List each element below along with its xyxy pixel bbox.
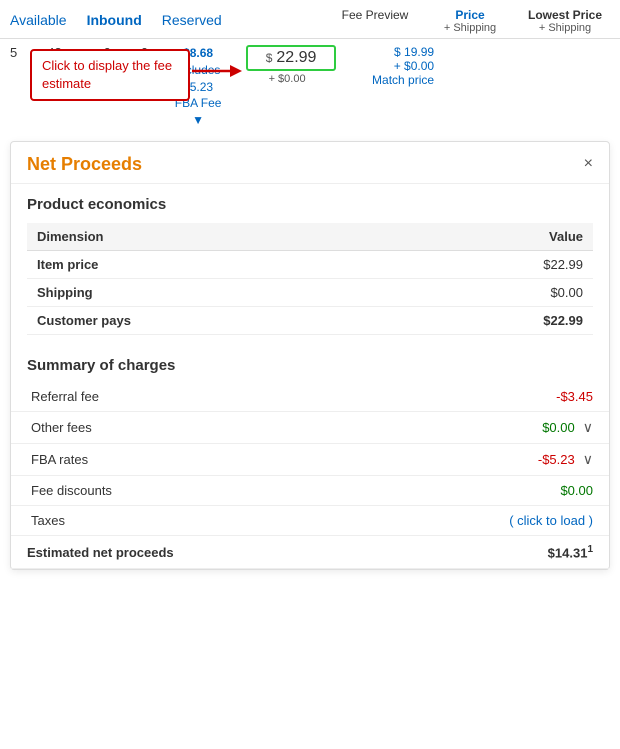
tab-inbound[interactable]: Inbound — [87, 12, 142, 28]
charges-section: Summary of charges Referral fee-$3.45Oth… — [11, 347, 609, 569]
data-row: 5 48 ▼ 0 0 $8.68 Includes $5.23 FBA Fee … — [0, 39, 620, 133]
lowest-price-value: $ 19.99 — [344, 45, 434, 59]
charge-label-5: Estimated net proceeds — [11, 535, 374, 568]
charge-value-5: $14.311 — [374, 535, 609, 568]
chevron-icon-1[interactable]: ∨ — [583, 419, 593, 436]
economics-row-dimension-1: Shipping — [27, 278, 398, 306]
economics-row-dimension-2: Customer pays — [27, 306, 398, 334]
charge-label-1: Other fees — [11, 411, 374, 443]
chevron-icon-2[interactable]: ∨ — [583, 451, 593, 468]
charge-value-0: -$3.45 — [374, 382, 609, 412]
product-economics-title: Product economics — [27, 196, 593, 213]
value-col-header: Value — [398, 223, 593, 251]
panel-title: Net Proceeds — [27, 154, 142, 175]
inventory-available: 5 — [10, 45, 17, 60]
lowest-price-plus: + $0.00 — [344, 59, 434, 73]
price-shipping: + $0.00 — [269, 73, 306, 85]
col-fee-preview: Fee Preview — [330, 8, 420, 22]
economics-row-value-1: $0.00 — [398, 278, 593, 306]
charges-title: Summary of charges — [11, 347, 609, 382]
charge-value-4[interactable]: ( click to load ) — [374, 505, 609, 535]
fee-dropdown-arrow: ▼ — [158, 112, 238, 129]
price-amount: 22.99 — [276, 49, 316, 67]
charge-label-3: Fee discounts — [11, 475, 374, 505]
fee-click-box[interactable]: Click to display the fee estimate — [30, 49, 190, 101]
price-dollar: $ — [266, 51, 273, 65]
close-button[interactable]: × — [584, 155, 593, 173]
net-proceeds-panel: Net Proceeds × Product economics Dimensi… — [10, 141, 610, 570]
match-price-link[interactable]: Match price — [344, 73, 434, 87]
charge-label-4: Taxes — [11, 505, 374, 535]
charge-label-2: FBA rates — [11, 443, 374, 475]
economics-row-value-0: $22.99 — [398, 250, 593, 278]
header-tabs: Available Inbound Reserved — [10, 8, 222, 28]
fee-click-text: Click to display the fee estimate — [42, 58, 172, 91]
price-column: $ 22.99 + $0.00 — [238, 45, 336, 85]
economics-row-dimension-0: Item price — [27, 250, 398, 278]
arrow-indicator — [192, 61, 242, 81]
charge-value-1: $0.00∨ — [374, 411, 609, 443]
dimension-col-header: Dimension — [27, 223, 398, 251]
tab-reserved[interactable]: Reserved — [162, 12, 222, 28]
col-lowest-price: Lowest Price + Shipping — [520, 8, 610, 34]
lowest-price-cell: $ 19.99 + $0.00 Match price — [344, 45, 434, 87]
economics-table: Dimension Value Item price$22.99Shipping… — [27, 223, 593, 335]
economics-row-value-2: $22.99 — [398, 306, 593, 334]
charge-label-0: Referral fee — [11, 382, 374, 412]
header-row: Available Inbound Reserved Fee Preview P… — [0, 0, 620, 39]
col-price: Price + Shipping — [420, 8, 520, 34]
product-economics-section: Product economics Dimension Value Item p… — [11, 184, 609, 347]
charges-table: Referral fee-$3.45Other fees$0.00∨FBA ra… — [11, 382, 609, 569]
charge-value-3: $0.00 — [374, 475, 609, 505]
charge-value-2: -$5.23∨ — [374, 443, 609, 475]
price-input[interactable]: $ 22.99 — [246, 45, 336, 71]
tab-available[interactable]: Available — [10, 12, 67, 28]
panel-header: Net Proceeds × — [11, 142, 609, 184]
